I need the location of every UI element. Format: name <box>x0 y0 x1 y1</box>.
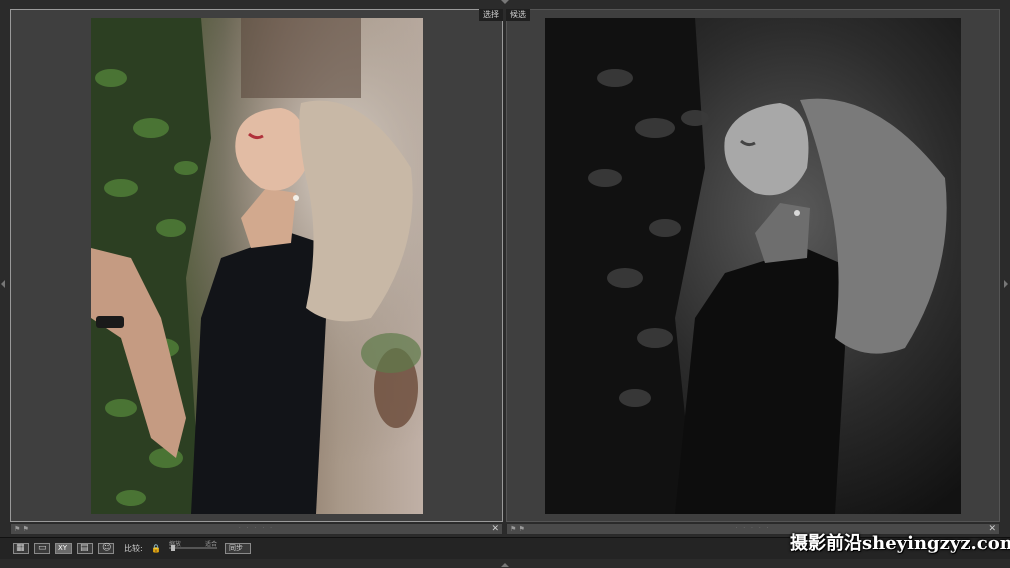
zoom-slider[interactable] <box>169 547 217 549</box>
star-rating[interactable]: · · · · · <box>11 524 502 534</box>
compare-view-button[interactable]: XY <box>55 543 72 554</box>
top-panel-toggle-icon[interactable] <box>501 0 509 4</box>
lightroom-compare-view: 选择 候选 ⚑ ⚑ · · · · · ✕ ⚑ ⚑ · · · · · ✕ ▦ … <box>0 0 1010 568</box>
lock-icon[interactable]: 🔒 <box>151 543 161 554</box>
grid-view-button[interactable]: ▦ <box>13 543 29 554</box>
zoom-slider-handle[interactable] <box>171 545 175 551</box>
candidate-pane[interactable]: 候选 <box>506 9 1000 522</box>
close-icon[interactable]: ✕ <box>491 524 499 534</box>
candidate-tag: 候选 <box>506 9 530 21</box>
filmstrip-toggle-icon[interactable] <box>501 563 509 567</box>
survey-icon: ▤ <box>80 543 89 553</box>
candidate-photo[interactable] <box>545 18 961 514</box>
select-pane-footer: ⚑ ⚑ · · · · · ✕ <box>10 523 503 535</box>
bw-portrait-image <box>545 18 947 514</box>
people-view-button[interactable]: ☺ <box>98 543 114 554</box>
left-panel-toggle-icon[interactable] <box>1 280 5 288</box>
watermark: 摄影前沿sheyingzyz.com <box>790 533 1010 554</box>
select-tag: 选择 <box>479 9 503 21</box>
loupe-view-button[interactable]: ▭ <box>34 543 50 554</box>
people-icon: ☺ <box>102 543 112 553</box>
compare-label: 比较: <box>124 544 143 553</box>
sync-label: 同步 <box>229 544 243 552</box>
select-photo[interactable] <box>91 18 423 514</box>
select-pane[interactable]: 选择 <box>10 9 503 522</box>
loupe-icon: ▭ <box>38 543 47 553</box>
survey-view-button[interactable]: ▤ <box>77 543 93 554</box>
sync-button[interactable]: 同步 <box>225 543 251 554</box>
xy-label: XY <box>58 544 68 552</box>
color-portrait-image <box>91 18 423 514</box>
right-panel-toggle-icon[interactable] <box>1004 280 1008 288</box>
grid-icon: ▦ <box>16 543 25 553</box>
